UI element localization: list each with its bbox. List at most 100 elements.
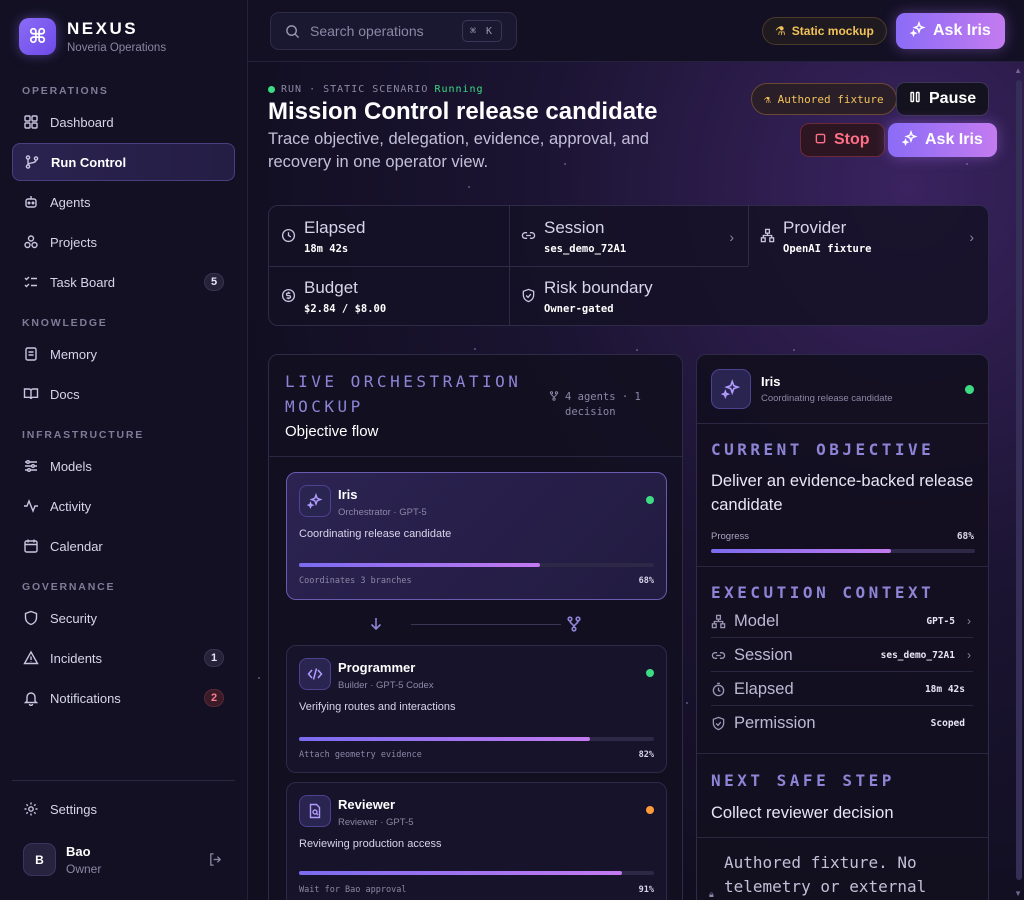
sidebar-item-label: Security <box>50 610 97 626</box>
sparkle-icon <box>711 369 751 409</box>
flask-icon: ⚗ <box>764 92 771 106</box>
agent-card-programmer[interactable]: Programmer Builder · GPT-5 Codex Verifyi… <box>286 645 667 773</box>
context-row-model[interactable]: Model GPT-5 › <box>711 605 973 638</box>
sidebar-item-projects[interactable]: Projects <box>12 223 235 261</box>
sidebar-item-label: Projects <box>50 234 97 250</box>
sliders-icon <box>23 458 39 474</box>
file-review-icon <box>299 795 331 827</box>
stat-label: Session <box>544 218 605 237</box>
ask-iris-label: Ask Iris <box>933 22 991 39</box>
sidebar-item-dashboard[interactable]: Dashboard <box>12 103 235 141</box>
arrow-down-icon <box>368 616 384 637</box>
agent-status-dot <box>646 806 654 814</box>
stop-icon <box>815 131 826 149</box>
sidebar-item-agents[interactable]: Agents <box>12 183 235 221</box>
avatar: B <box>23 843 56 876</box>
orchestration-meta: 4 agents · 1 decision <box>549 390 659 420</box>
hierarchy-icon <box>711 614 726 629</box>
context-eyebrow: EXECUTION CONTEXT <box>711 583 935 602</box>
run-status-line: RUN · STATIC SCENARIO Running <box>268 84 484 95</box>
agent-card-iris[interactable]: Iris Orchestrator · GPT-5 Coordinating r… <box>286 472 667 600</box>
static-mockup-label: Static mockup <box>791 24 874 38</box>
agent-status-dot <box>646 669 654 677</box>
sidebar-item-activity[interactable]: Activity <box>12 487 235 525</box>
ask-iris-button[interactable]: Ask Iris <box>896 13 1005 49</box>
link-icon <box>521 228 536 248</box>
sidebar-item-notifications[interactable]: Notifications 2 <box>12 679 235 717</box>
sidebar-item-label: Agents <box>50 194 91 210</box>
sidebar-item-label: Notifications <box>50 690 121 706</box>
pause-button[interactable]: Pause <box>896 82 990 116</box>
objective-progress-bar <box>711 549 975 553</box>
agent-progress-bar <box>299 871 654 875</box>
main-scrollbar[interactable]: ▲ ▼ <box>1014 62 1024 900</box>
stat-provider[interactable]: Provider OpenAI fixture › <box>748 206 988 266</box>
sidebar-item-calendar[interactable]: Calendar <box>12 527 235 565</box>
shield-check-icon <box>521 288 536 308</box>
warning-icon <box>23 650 39 666</box>
next-step-text: Collect reviewer decision <box>711 804 894 822</box>
chevron-right-icon: › <box>967 648 971 662</box>
chevron-right-icon: › <box>967 614 971 628</box>
progress-label: Progress <box>711 531 750 542</box>
stat-elapsed: Elapsed 18m 42s <box>269 206 509 266</box>
agent-name: Reviewer <box>338 797 396 812</box>
ask-iris-label: Ask Iris <box>925 131 983 148</box>
context-value: 18m 42s <box>924 683 965 695</box>
fixture-label: Authored fixture <box>777 92 884 106</box>
sidebar-item-incidents[interactable]: Incidents 1 <box>12 639 235 677</box>
stop-label: Stop <box>834 131 870 148</box>
run-label: RUN · STATIC SCENARIO <box>281 84 429 95</box>
sidebar-item-label: Models <box>50 458 92 474</box>
agent-percent: 82% <box>638 750 654 760</box>
nav-section-infrastructure: INFRASTRUCTURE <box>22 429 145 441</box>
logout-icon[interactable] <box>208 852 223 872</box>
sidebar-item-models[interactable]: Models <box>12 447 235 485</box>
stat-session[interactable]: Session ses_demo_72A1 › <box>509 206 748 266</box>
stat-label: Risk boundary <box>544 278 653 297</box>
agent-role: Orchestrator · GPT-5 <box>338 507 427 518</box>
sidebar-item-memory[interactable]: Memory <box>12 335 235 373</box>
sidebar-item-task-board[interactable]: Task Board 5 <box>12 263 235 301</box>
agent-task: Verifying routes and interactions <box>299 701 456 713</box>
timer-icon <box>711 682 726 697</box>
user-role: Owner <box>66 861 102 876</box>
sidebar-item-run-control[interactable]: Run Control <box>12 143 235 181</box>
user-profile[interactable]: B Bao Owner <box>23 843 223 876</box>
scroll-up-icon[interactable]: ▲ <box>1014 66 1022 75</box>
bell-icon <box>23 690 39 706</box>
objective-text: Deliver an evidence-backed release candi… <box>711 472 974 514</box>
nav-section-operations: OPERATIONS <box>22 85 109 97</box>
scroll-thumb[interactable] <box>1016 80 1022 880</box>
brand-subtitle: Noveria Operations <box>67 42 167 54</box>
authored-fixture-badge: ⚗ Authored fixture <box>751 83 897 115</box>
agent-progress-bar <box>299 737 654 741</box>
agent-card-reviewer[interactable]: Reviewer Reviewer · GPT-5 Reviewing prod… <box>286 782 667 900</box>
sidebar-divider <box>12 780 235 781</box>
orchestration-meta-text: 4 agents · 1 decision <box>565 391 641 418</box>
agent-name: Iris <box>338 487 358 502</box>
stop-button[interactable]: Stop <box>800 123 885 157</box>
nav-section-governance: GOVERNANCE <box>22 581 116 593</box>
brand-name: NEXUS <box>67 19 139 38</box>
sidebar-item-docs[interactable]: Docs <box>12 375 235 413</box>
sidebar-item-label: Incidents <box>50 650 103 666</box>
orchestration-title: Objective flow <box>285 423 379 440</box>
nav-section-knowledge: KNOWLEDGE <box>22 317 108 329</box>
iris-status-dot <box>965 385 974 394</box>
brand[interactable]: ⌘ NEXUS Noveria Operations <box>19 18 166 55</box>
context-row-session[interactable]: Session ses_demo_72A1 › <box>711 639 973 672</box>
pause-icon <box>909 90 921 108</box>
scroll-down-icon[interactable]: ▼ <box>1014 889 1022 898</box>
chevron-right-icon: › <box>729 229 734 245</box>
stat-label: Provider <box>783 218 847 237</box>
context-value: GPT-5 <box>926 615 955 627</box>
sidebar-item-security[interactable]: Security <box>12 599 235 637</box>
search-input[interactable]: Search operations ⌘ K <box>270 12 517 50</box>
ask-iris-button[interactable]: Ask Iris <box>888 123 997 157</box>
book-icon <box>23 386 39 402</box>
context-row-elapsed: Elapsed 18m 42s <box>711 673 973 706</box>
sidebar-item-label: Run Control <box>51 154 127 170</box>
stat-value: $2.84 / $8.00 <box>304 303 387 315</box>
sidebar-item-settings[interactable]: Settings <box>12 790 235 828</box>
